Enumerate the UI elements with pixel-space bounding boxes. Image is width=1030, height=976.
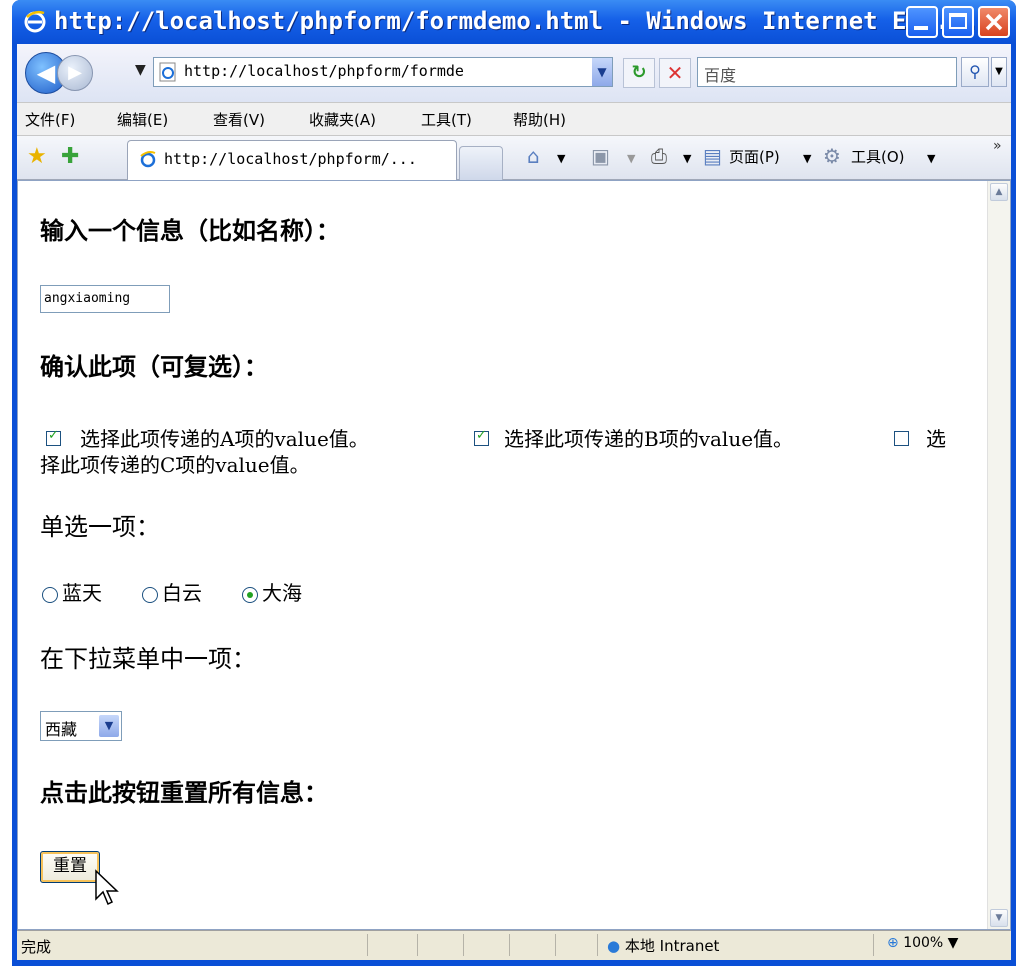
history-dropdown-icon[interactable]: ▼	[135, 62, 146, 78]
check-icon: ✓	[48, 428, 59, 443]
select-value: 西藏	[45, 720, 78, 739]
address-dropdown-icon[interactable]: ▼	[592, 58, 612, 86]
home-dropdown-icon[interactable]: ▼	[557, 152, 565, 165]
checkbox-b[interactable]: ✓	[474, 428, 489, 446]
vertical-scrollbar[interactable]: ▲ ▼	[987, 181, 1010, 929]
zoom-text: 100%	[903, 935, 944, 951]
security-zone[interactable]: ● 本地 Intranet	[607, 935, 719, 956]
mouse-cursor-icon	[95, 869, 119, 906]
menu-view[interactable]: 查看(V)	[213, 109, 265, 130]
scroll-up-icon[interactable]: ▲	[990, 183, 1008, 201]
heading-select: 在下拉菜单中一项：	[40, 645, 256, 673]
window-title: http://localhost/phpform/formdemo.html -…	[54, 7, 979, 35]
status-bar: 完成 ● 本地 Intranet ⊕ 100% ▼	[17, 930, 1011, 960]
tab-bar: ★ ✚ http://localhost/phpform/... ⌂ ▼ ▣ ▼…	[17, 136, 1011, 180]
tools-menu[interactable]: 工具(O)	[851, 146, 905, 167]
address-text: http://localhost/phpform/formde	[184, 62, 464, 80]
ie-logo-icon	[24, 10, 46, 33]
intranet-icon: ●	[607, 937, 621, 955]
radio-cloud[interactable]	[142, 587, 158, 603]
search-text: 百度	[704, 66, 737, 85]
checkbox-a-label: 选择此项传递的A项的value值。	[80, 427, 369, 451]
browser-client: ◀ ▶ ▼ http://localhost/phpform/formde ▼ …	[17, 44, 1011, 960]
checkbox-c-label-end: 择此项传递的C项的value值。	[40, 453, 310, 477]
heading-radio: 单选一项：	[40, 513, 160, 541]
add-favorites-icon[interactable]: ✚	[61, 144, 79, 169]
chevron-down-icon[interactable]: ▼	[99, 715, 119, 737]
refresh-button[interactable]: ↻	[623, 58, 655, 88]
radio-sky-label: 蓝天	[62, 581, 102, 605]
tab-page-icon	[140, 151, 156, 168]
status-divider	[555, 934, 556, 956]
page-icon	[159, 62, 176, 82]
maximize-button[interactable]	[942, 6, 974, 38]
menu-file[interactable]: 文件(F)	[25, 109, 75, 130]
status-divider	[417, 934, 418, 956]
forward-arrow-icon: ▶	[68, 62, 82, 83]
checkbox-a[interactable]: ✓	[46, 428, 61, 446]
status-divider	[597, 934, 598, 956]
gear-icon[interactable]: ⚙	[823, 144, 841, 168]
home-icon[interactable]: ⌂	[527, 144, 540, 168]
status-divider	[509, 934, 510, 956]
minimize-button[interactable]	[906, 6, 938, 38]
favorites-star-icon[interactable]: ★	[27, 144, 47, 169]
checkbox-c[interactable]	[894, 431, 909, 446]
search-button[interactable]: ⚲	[961, 57, 989, 87]
page-content: 输入一个信息（比如名称）： angxiaoming 确认此项（可复选）： ✓ 选…	[17, 180, 1011, 930]
heading-reset: 点击此按钮重置所有信息：	[40, 778, 328, 807]
checkbox-b-label: 选择此项传递的B项的value值。	[504, 427, 794, 451]
zoom-control[interactable]: ⊕ 100% ▼	[887, 935, 958, 951]
radio-sea-label: 大海	[262, 581, 302, 605]
close-button[interactable]	[978, 6, 1010, 38]
address-toolbar: ◀ ▶ ▼ http://localhost/phpform/formde ▼ …	[17, 44, 1011, 102]
status-divider	[463, 934, 464, 956]
forward-button[interactable]: ▶	[57, 55, 93, 91]
checkbox-c-label-start: 选	[926, 427, 946, 451]
radio-sky[interactable]	[42, 587, 58, 603]
search-input[interactable]: 百度	[697, 57, 957, 87]
heading-confirm: 确认此项（可复选）：	[40, 352, 268, 381]
name-input[interactable]: angxiaoming	[40, 285, 170, 313]
check-icon: ✓	[476, 428, 487, 443]
status-text: 完成	[21, 938, 52, 956]
zoom-icon: ⊕	[887, 935, 899, 951]
menu-help[interactable]: 帮助(H)	[513, 109, 566, 130]
radio-cloud-label: 白云	[162, 581, 202, 605]
page-menu[interactable]: 页面(P)	[729, 146, 780, 167]
menu-favorites[interactable]: 收藏夹(A)	[309, 109, 376, 130]
stop-button[interactable]: ✕	[659, 58, 691, 88]
browser-window: http://localhost/phpform/formdemo.html -…	[12, 0, 1016, 966]
status-divider	[873, 934, 874, 956]
tab-title: http://localhost/phpform/...	[164, 150, 417, 168]
status-divider	[367, 934, 368, 956]
feeds-dropdown-icon[interactable]: ▼	[627, 152, 635, 165]
address-field[interactable]: http://localhost/phpform/formde ▼	[153, 57, 613, 87]
reset-button[interactable]: 重置	[40, 851, 100, 883]
print-dropdown-icon[interactable]: ▼	[683, 152, 691, 165]
search-options-dropdown[interactable]: ▼	[991, 57, 1007, 87]
print-icon[interactable]: ⎙	[651, 144, 667, 168]
feeds-icon[interactable]: ▣	[591, 144, 610, 168]
close-icon	[985, 13, 1003, 31]
tools-dropdown-icon[interactable]: ▼	[927, 152, 935, 165]
menu-tools[interactable]: 工具(T)	[421, 109, 472, 130]
scroll-down-icon[interactable]: ▼	[990, 909, 1008, 927]
menu-bar: 文件(F) 编辑(E) 查看(V) 收藏夹(A) 工具(T) 帮助(H)	[17, 102, 1011, 136]
radio-sea[interactable]	[242, 587, 258, 603]
title-bar: http://localhost/phpform/formdemo.html -…	[12, 0, 1016, 44]
region-select[interactable]: 西藏 ▼	[40, 711, 122, 741]
page-menu-icon[interactable]: ▤	[703, 144, 722, 168]
tab-active[interactable]: http://localhost/phpform/...	[127, 140, 457, 180]
menu-edit[interactable]: 编辑(E)	[117, 109, 168, 130]
new-tab-button[interactable]	[459, 146, 503, 180]
heading-name: 输入一个信息（比如名称）：	[40, 216, 340, 245]
zone-text: 本地 Intranet	[624, 937, 720, 955]
page-dropdown-icon[interactable]: ▼	[803, 152, 811, 165]
toolbar-overflow-icon[interactable]: »	[993, 138, 1002, 154]
